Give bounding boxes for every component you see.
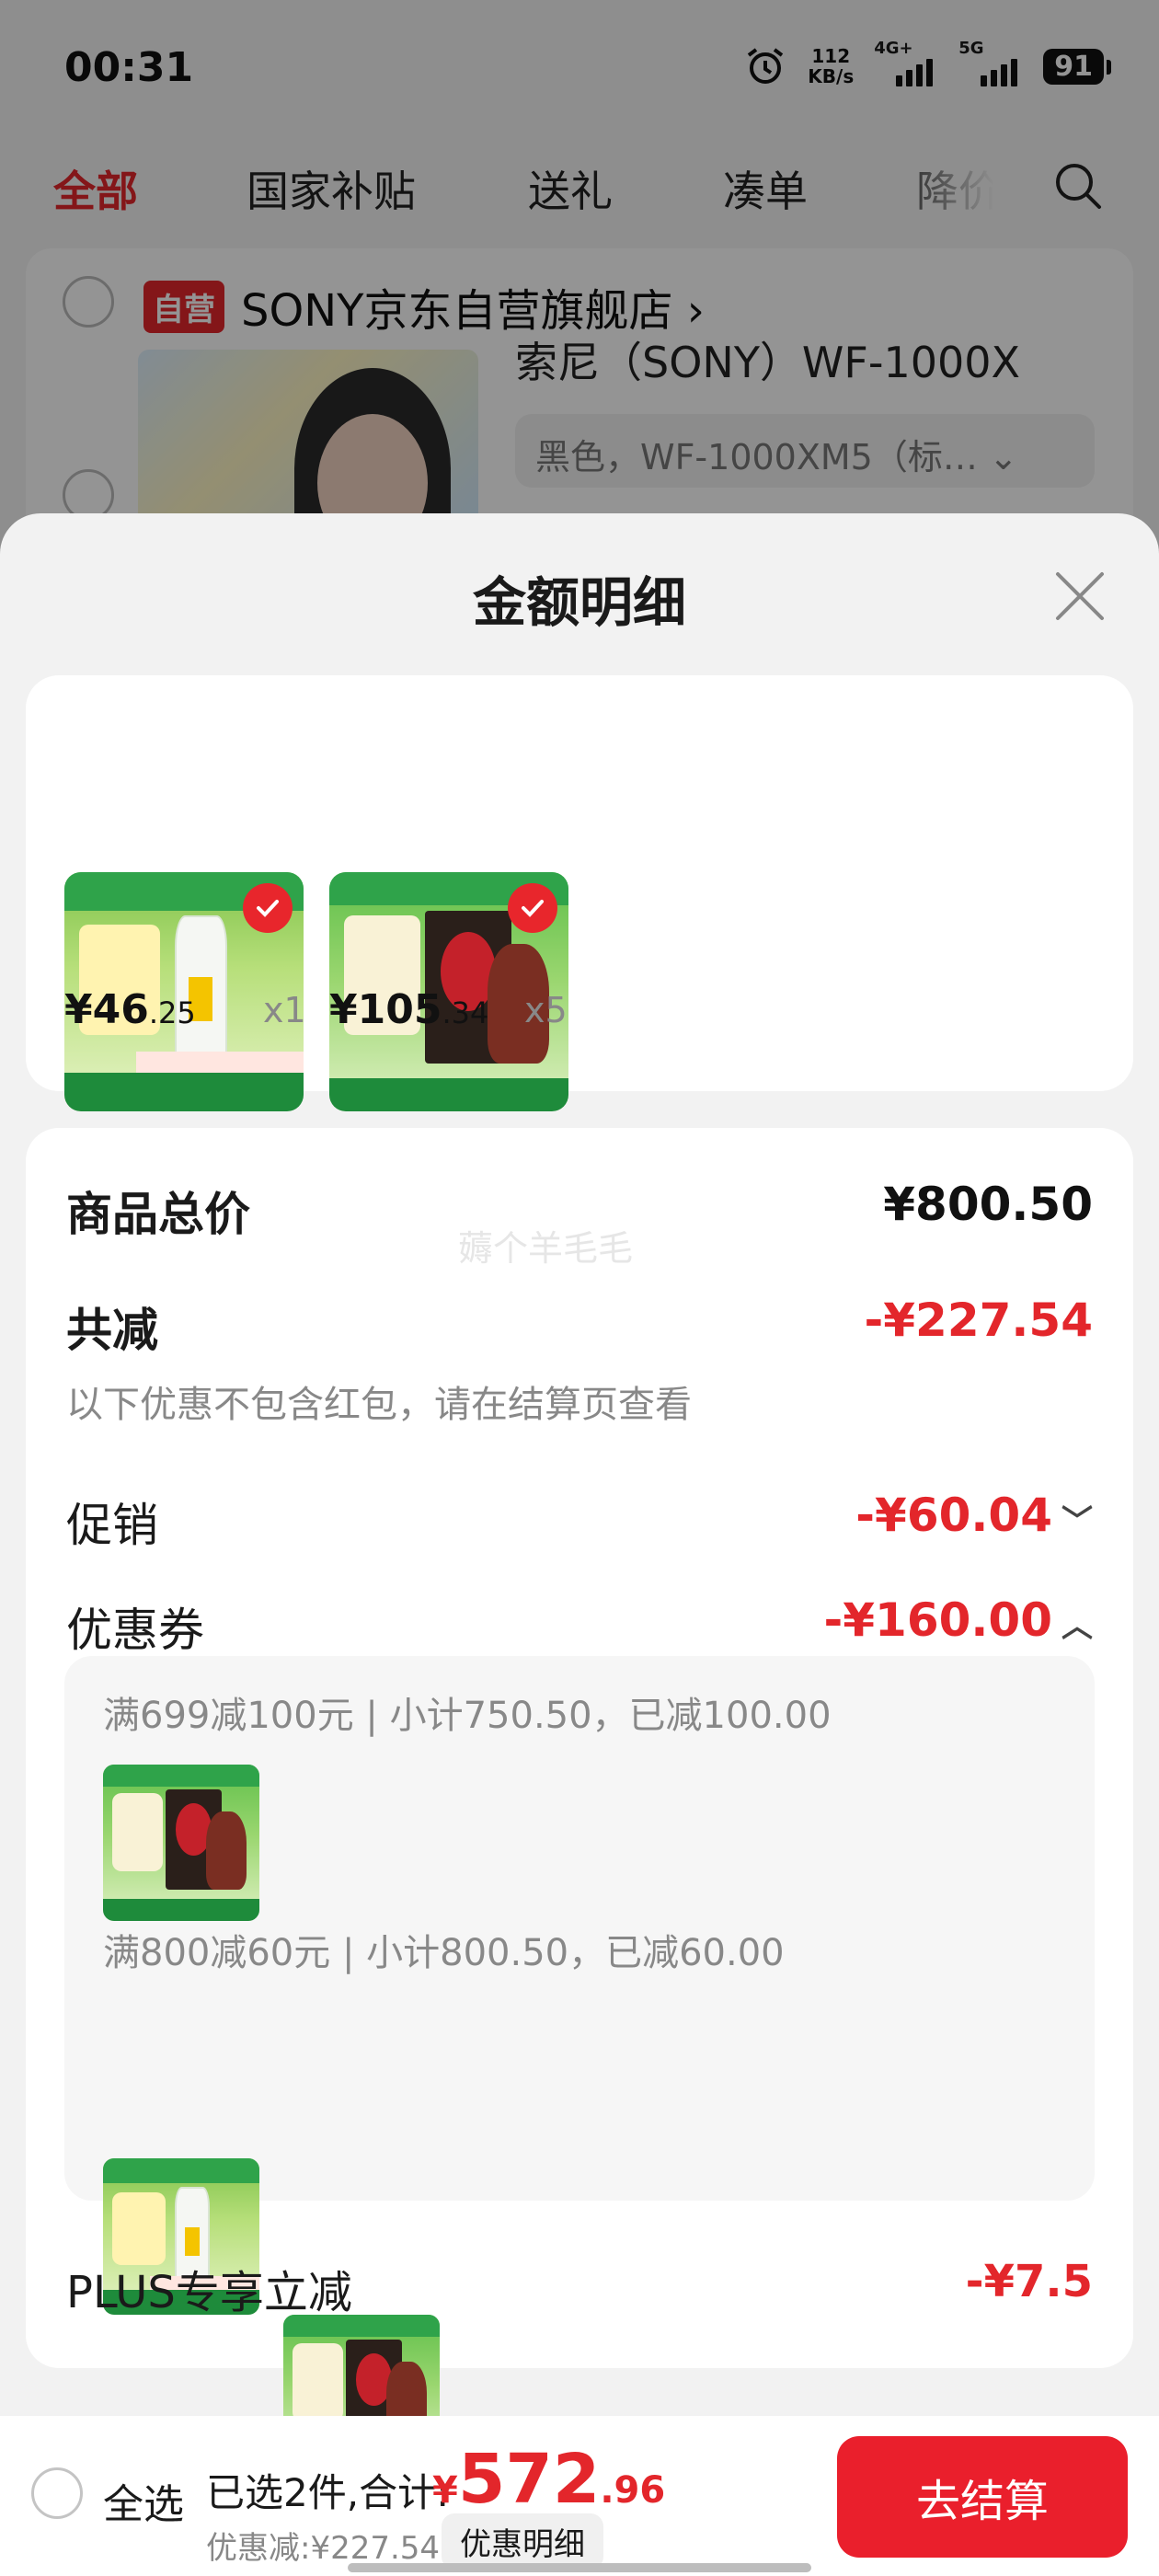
total-reduction-label: 共减 xyxy=(66,1304,158,1357)
total-reduction-value: -¥227.54 xyxy=(864,1294,1094,1347)
item-quantity: x1 xyxy=(263,990,306,1030)
home-indicator[interactable] xyxy=(348,2563,811,2572)
item-quantity: x5 xyxy=(524,990,568,1030)
coupon-rule: 满699减100元 | 小计750.50，已减100.00 xyxy=(103,1695,832,1737)
item-price-int: ¥105 xyxy=(329,986,442,1033)
coupon-rule: 满800减60元 | 小计800.50，已减60.00 xyxy=(103,1932,785,1974)
promotion-row-toggle[interactable]: -¥60.04 ﹀ xyxy=(855,1489,1093,1542)
discount-summary: 优惠减:¥227.54 xyxy=(206,2530,441,2567)
promotion-value: -¥60.04 xyxy=(855,1489,1052,1542)
total-integer: 572 xyxy=(457,2440,601,2519)
item-price: ¥46.25 xyxy=(64,986,196,1033)
total-currency: ¥ xyxy=(432,2469,458,2512)
check-icon xyxy=(243,883,293,933)
total-amount: ¥572.96 xyxy=(432,2440,665,2519)
plus-discount-value: -¥7.5 xyxy=(965,2256,1093,2307)
chevron-down-icon: ﹀ xyxy=(1061,1503,1093,1540)
amount-detail-sheet: 金额明细 ¥46.25 x1 ¥105.34 x5 薅个羊毛毛 商品总价 ¥80… xyxy=(0,513,1159,2576)
coupon-value: -¥160.00 xyxy=(823,1593,1053,1647)
close-icon[interactable] xyxy=(1050,567,1109,626)
item-price-decimal: .34 xyxy=(442,995,489,1030)
checkout-button[interactable]: 去结算 xyxy=(837,2436,1128,2558)
promotion-label: 促销 xyxy=(66,1499,158,1552)
coupon-item-thumbnail[interactable] xyxy=(103,1765,259,1921)
select-all-label[interactable]: 全选 xyxy=(103,2471,184,2530)
item-price-decimal: .25 xyxy=(148,995,196,1030)
item-price: ¥105.34 xyxy=(329,986,488,1033)
sheet-title: 金额明细 xyxy=(472,571,686,634)
plus-discount-label: PLUS专享立减 xyxy=(66,2267,352,2318)
discount-detail-button[interactable]: 优惠明细 xyxy=(442,2513,603,2570)
bottom-action-bar: 全选 已选2件,合计: ¥572.96 优惠减:¥227.54 优惠明细 去结算 xyxy=(0,2416,1159,2576)
selected-summary: 已选2件,合计: xyxy=(206,2470,450,2515)
total-decimal: .96 xyxy=(600,2469,666,2512)
item-price-int: ¥46 xyxy=(64,986,149,1033)
total-price-label: 商品总价 xyxy=(66,1188,250,1241)
coupon-label: 优惠券 xyxy=(66,1604,204,1657)
chevron-up-icon: ︿ xyxy=(1061,1608,1093,1645)
coupon-detail-box: 满699减100元 | 小计750.50，已减100.00 满800减60元 |… xyxy=(64,1656,1095,2471)
reduction-note: 以下优惠不包含红包，请在结算页查看 xyxy=(66,1384,692,1426)
check-icon xyxy=(508,883,557,933)
total-price-value: ¥800.50 xyxy=(883,1178,1093,1231)
select-all-radio[interactable] xyxy=(31,2467,83,2519)
watermark: 薅个羊毛毛 xyxy=(458,1228,634,1269)
coupon-row-toggle[interactable]: -¥160.00 ︿ xyxy=(824,1593,1094,1647)
